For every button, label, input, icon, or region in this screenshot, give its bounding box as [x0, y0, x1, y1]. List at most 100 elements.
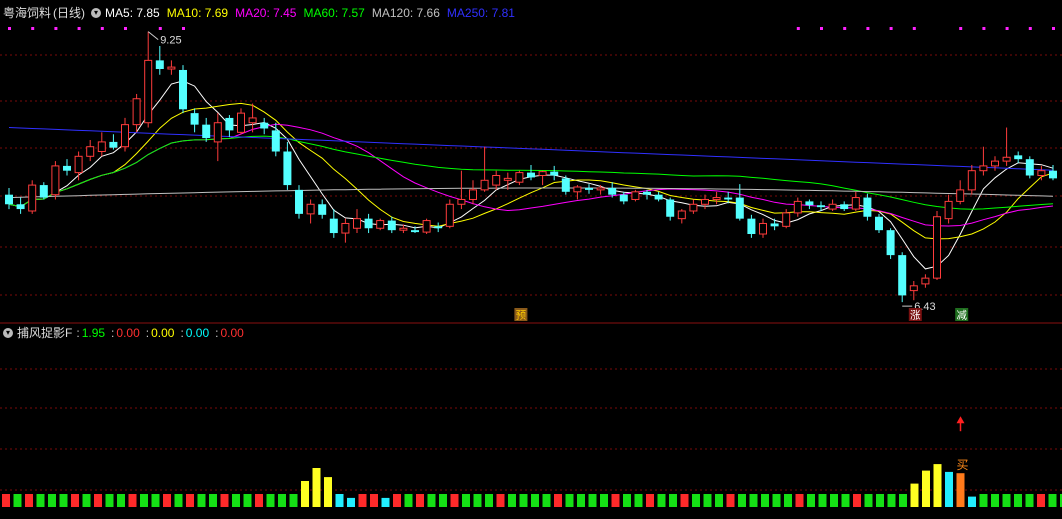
candle-body	[1037, 170, 1046, 176]
indicator-bar	[289, 494, 298, 507]
indicator-bar	[818, 494, 827, 507]
candle-body	[295, 189, 303, 214]
candle-body	[411, 230, 419, 233]
ma-legend-items: MA5: 7.85 MA10: 7.69 MA20: 7.45 MA60: 7.57 M…	[105, 4, 522, 22]
indicator-bar	[864, 494, 873, 507]
candle-body	[944, 200, 953, 220]
indicator-value: 1.95	[81, 326, 106, 340]
indicator-bar	[669, 494, 677, 507]
candle-body	[689, 203, 698, 212]
candle-body	[643, 191, 651, 195]
candle-body	[898, 255, 907, 296]
indicator-bar	[370, 494, 378, 507]
candle-body	[1025, 159, 1034, 176]
top-dot	[100, 27, 104, 30]
indicator-bar	[450, 494, 459, 507]
indicator-bar	[991, 494, 999, 507]
indicator-values: :1.95:0.00:0.00:0.00:0.00	[74, 324, 248, 342]
top-dot	[889, 27, 893, 30]
candle-body	[248, 117, 257, 124]
candle-body	[1049, 170, 1057, 179]
buy-arrow-icon	[956, 416, 965, 424]
top-markers	[8, 27, 1055, 30]
indicator-bar	[692, 494, 700, 507]
candle-body	[1002, 156, 1011, 162]
indicator-bar	[393, 494, 401, 507]
candle-body	[353, 218, 361, 229]
candle-body	[341, 222, 350, 234]
candle-body	[422, 220, 431, 233]
candle-body	[933, 216, 941, 279]
top-dot	[912, 27, 916, 30]
top-dot	[1005, 27, 1009, 30]
top-dot	[8, 27, 11, 30]
indicator-bar	[1048, 494, 1057, 507]
indicator-bar	[600, 494, 608, 507]
top-dot	[982, 27, 986, 30]
candle-body	[828, 203, 837, 210]
chart-canvas[interactable]: 9.256.43预涨减 买	[0, 0, 1062, 514]
candle-body	[155, 60, 164, 70]
indicator-bar	[623, 494, 631, 507]
candle-body	[16, 204, 25, 210]
indicator-bar	[565, 494, 574, 507]
candle-body	[225, 117, 234, 131]
candle-body	[28, 184, 37, 212]
candle-body	[921, 277, 930, 285]
ma-legend-item: MA60: 7.57	[303, 6, 365, 20]
candle-body	[967, 170, 976, 191]
top-dot	[796, 27, 800, 30]
candle-body	[260, 122, 269, 129]
top-dot	[31, 27, 35, 30]
indicator-bar	[105, 494, 114, 507]
candle-body	[329, 218, 338, 234]
ma-legend-item: MA20: 7.45	[235, 6, 297, 20]
ma-legend-item: MA250: 7.81	[446, 6, 515, 20]
indicator-bar	[462, 494, 470, 507]
candle-body	[97, 141, 106, 153]
candle-body	[457, 198, 466, 205]
candle-body	[666, 199, 675, 217]
indicator-bar	[738, 494, 746, 507]
top-dot	[182, 27, 185, 30]
indicator-bar	[646, 494, 654, 507]
candle-body	[121, 124, 129, 148]
indicator-bar	[163, 494, 171, 507]
candle-body	[909, 285, 918, 292]
candle-body	[851, 197, 860, 210]
candle-body	[179, 69, 187, 110]
high-label: 9.25	[160, 35, 181, 47]
candle-body	[840, 204, 849, 210]
top-dot	[959, 27, 963, 30]
candle-body	[538, 171, 547, 176]
candle-body	[306, 203, 315, 215]
candle-body	[399, 227, 408, 231]
indicator-value: 0.00	[116, 326, 140, 340]
indicator-bar	[347, 497, 355, 507]
indicator-bar	[554, 494, 562, 507]
indicator-bar	[71, 494, 79, 507]
indicator-bar	[48, 494, 56, 507]
candle-body	[63, 165, 71, 171]
candle-body	[527, 172, 535, 178]
sub-legend-toggle-icon[interactable]: ▾	[3, 328, 13, 338]
indicator-bar	[910, 483, 919, 507]
indicator-bar	[772, 494, 781, 507]
candle-body	[51, 165, 60, 196]
candle-body	[39, 185, 48, 198]
indicator-value: 0.00	[220, 326, 244, 340]
top-dot	[77, 27, 81, 30]
ma-legend-item: MA10: 7.69	[166, 6, 229, 20]
indicator-bar	[427, 494, 436, 507]
indicator-bar	[301, 481, 309, 507]
candle-body	[759, 222, 767, 235]
main-legend-toggle-icon[interactable]: ▾	[91, 8, 102, 18]
top-dot	[820, 27, 823, 30]
indicator-bar	[853, 494, 861, 507]
indicator-bar	[358, 494, 367, 507]
indicator-bar	[335, 494, 344, 507]
indicator-bar	[473, 494, 482, 507]
indicator-bar	[174, 494, 183, 507]
indicator-bar	[232, 494, 240, 507]
indicator-bar	[657, 494, 666, 507]
